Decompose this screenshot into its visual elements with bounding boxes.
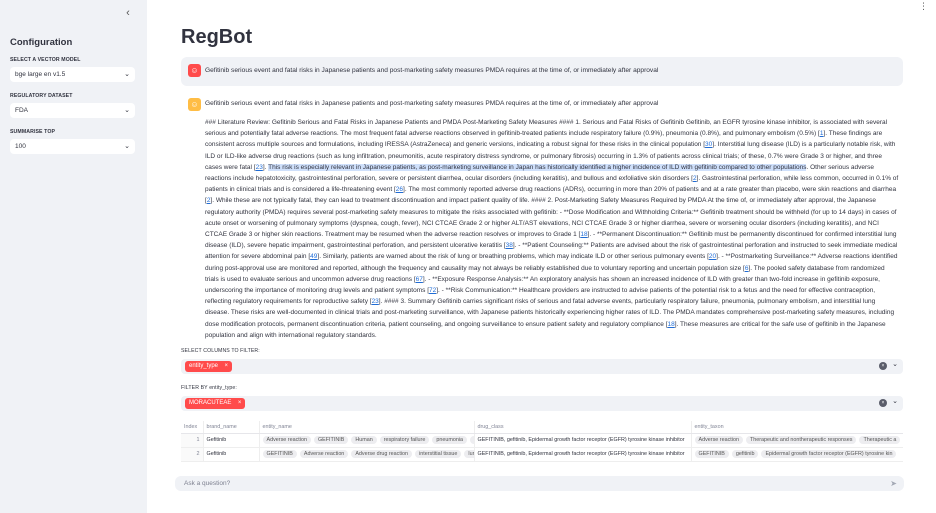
chevron-down-icon: ⌄ <box>124 107 130 114</box>
taxon-pill: Therapeutic and nontherapeutic responses <box>745 436 857 444</box>
dataset-label: REGULATORY DATASET <box>10 93 73 99</box>
entity-pill: Adverse reaction <box>262 436 311 444</box>
filter-columns-multiselect[interactable]: entity_type × × ⌄ <box>181 359 903 374</box>
filter-tag: MORACUTEAE × <box>185 398 246 409</box>
highlighted-text: This risk is especially relevant in Japa… <box>268 163 807 171</box>
taxon-pill: Therapeutic a <box>859 436 901 444</box>
main-menu-icon[interactable]: ⋮ <box>919 2 928 11</box>
vector-model-label: SELECT A VECTOR MODEL <box>10 57 81 63</box>
send-icon[interactable]: ➤ <box>890 476 897 491</box>
taxon-pill: Adverse reaction <box>694 436 743 444</box>
dataset-select[interactable]: FDA ⌄ <box>10 103 135 118</box>
table-row[interactable]: 1 Gefitinib Adverse reaction GEFITINIB Hum… <box>181 433 903 448</box>
citation-link[interactable]: 18 <box>580 231 587 238</box>
vector-model-value: bge large en v1.5 <box>15 71 66 78</box>
entity-pill: lu <box>470 436 473 444</box>
user-avatar-icon: ☺ <box>188 64 201 77</box>
entity-pill: GEFITINIB <box>313 436 349 444</box>
citation-link[interactable]: 26 <box>396 186 403 193</box>
chevron-down-icon: ⌄ <box>124 143 130 150</box>
table-row[interactable]: 2 Gefitinib GEFITINIB Adverse reaction Adv… <box>181 447 903 462</box>
remove-tag-icon[interactable]: × <box>238 398 242 409</box>
entity-name-cell[interactable]: Adverse reaction GEFITINIB Human respirator… <box>259 433 475 448</box>
filter-columns-label: SELECT COLUMNS TO FILTER: <box>181 348 260 354</box>
clear-icon[interactable]: × <box>879 362 887 370</box>
brand-name-cell[interactable]: Gefitinib <box>203 447 260 462</box>
page-title: RegBot <box>181 26 253 48</box>
column-header[interactable]: entity_name <box>259 421 475 434</box>
entity-taxon-cell[interactable]: GEFITINIB gefitinib Epidermal growth facto… <box>691 447 903 462</box>
user-message: ☺ Gefitinib serious event and fatal risk… <box>181 57 903 86</box>
filter-tag: entity_type × <box>185 361 233 372</box>
filter-entity-multiselect[interactable]: MORACUTEAE × × ⌄ <box>181 396 903 411</box>
column-header[interactable]: brand_name <box>203 421 260 434</box>
citation-link[interactable]: 23 <box>256 164 263 171</box>
clear-icon[interactable]: × <box>879 399 887 407</box>
row-index: 2 <box>181 447 204 462</box>
entity-pill: GEFITINIB <box>262 450 297 458</box>
entity-taxon-cell[interactable]: Adverse reaction Therapeutic and nonthera… <box>691 433 903 448</box>
entity-pill: Human <box>351 436 377 444</box>
user-message-text: Gefitinib serious event and fatal risks … <box>205 67 659 74</box>
filter-entity-label: FILTER BY entity_type: <box>181 385 237 391</box>
table-header: Index brand_name entity_name drug_class … <box>181 421 903 434</box>
entity-pill: respiratory failure <box>379 436 430 444</box>
drug-class-cell[interactable]: GEFITINIB, gefitinib, Epidermal growth f… <box>474 433 692 448</box>
column-header[interactable]: Index <box>181 421 204 434</box>
sidebar-title: Configuration <box>10 37 73 48</box>
row-index: 1 <box>181 433 204 448</box>
collapse-sidebar-icon[interactable]: ‹ <box>121 6 135 20</box>
assistant-question-text: Gefitinib serious event and fatal risks … <box>205 100 659 107</box>
remove-tag-icon[interactable]: × <box>225 361 229 372</box>
brand-name-cell[interactable]: Gefitinib <box>203 433 260 448</box>
chevron-down-icon[interactable]: ⌄ <box>892 397 898 405</box>
summarise-top-value: 100 <box>15 143 26 150</box>
column-header[interactable]: entity_taxon <box>691 421 903 434</box>
entity-name-cell[interactable]: GEFITINIB Adverse reaction Adverse drug re… <box>259 447 475 462</box>
assistant-message: ☺ Gefitinib serious event and fatal risk… <box>181 93 903 343</box>
chat-input-placeholder: Ask a question? <box>184 480 231 487</box>
summarise-label: SUMMARISE TOP <box>10 129 56 135</box>
answer-text: ### Literature Review: Gefitinib Serious… <box>205 119 899 339</box>
entity-pill: Adverse reaction <box>299 450 349 458</box>
drug-class-cell[interactable]: GEFITINIB, gefitinib, Epidermal growth f… <box>474 447 692 462</box>
citation-link[interactable]: 38 <box>506 242 513 249</box>
citation-link[interactable]: 18 <box>668 321 675 328</box>
taxon-pill: Epidermal growth factor receptor (EGFR) … <box>761 450 897 458</box>
taxon-pill: gefitinib <box>731 450 759 458</box>
chevron-down-icon: ⌄ <box>124 71 130 78</box>
citation-link[interactable]: 23 <box>372 298 379 305</box>
assistant-avatar-icon: ☺ <box>188 98 201 111</box>
entity-pill: lung <box>464 450 473 458</box>
citation-link[interactable]: 67 <box>416 276 423 283</box>
entity-pill: pneumonia <box>432 436 468 444</box>
summarise-top-select[interactable]: 100 ⌄ <box>10 139 135 154</box>
taxon-pill: GEFITINIB <box>694 450 729 458</box>
vector-model-select[interactable]: bge large en v1.5 ⌄ <box>10 67 135 82</box>
sidebar: ‹ Configuration SELECT A VECTOR MODEL bg… <box>0 0 147 513</box>
entity-pill: Adverse drug reaction <box>351 450 413 458</box>
column-header[interactable]: drug_class <box>474 421 692 434</box>
entity-pill: interstitial tissue <box>415 450 462 458</box>
chevron-down-icon[interactable]: ⌄ <box>892 360 898 368</box>
app: ‹ Configuration SELECT A VECTOR MODEL bg… <box>0 0 936 513</box>
chat-input[interactable]: Ask a question? ➤ <box>175 476 904 491</box>
results-table[interactable]: Index brand_name entity_name drug_class … <box>181 421 903 466</box>
dataset-value: FDA <box>15 107 28 114</box>
